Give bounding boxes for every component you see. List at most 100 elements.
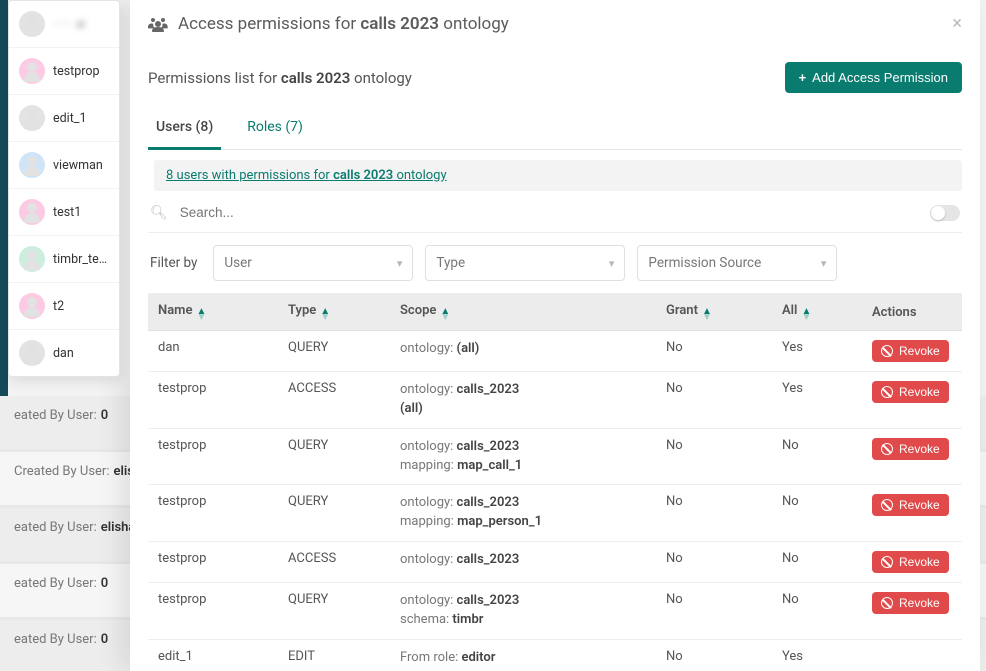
user-option[interactable]: dan: [9, 330, 119, 376]
table-row: testpropQUERYontology: calls_2023mapping…: [148, 485, 962, 542]
tab-roles[interactable]: Roles (7): [239, 109, 311, 150]
ban-icon: [881, 499, 893, 511]
table-row: edit_1EDITFrom role: editorNoYes: [148, 639, 962, 671]
cell-grant: No: [656, 542, 772, 583]
modal-title: Access permissions for calls 2023 ontolo…: [148, 14, 509, 34]
avatar: [19, 152, 45, 178]
avatar: [19, 105, 45, 131]
user-count-banner[interactable]: 8 users with permissions for calls 2023 …: [154, 160, 962, 191]
user-option-label: testprop: [53, 64, 100, 79]
avatar: [19, 11, 45, 37]
user-option-label: timbr_tests: [53, 252, 109, 267]
avatar: [19, 293, 45, 319]
filter-toggle[interactable]: [930, 205, 960, 221]
col-name[interactable]: Name▲▼: [148, 294, 278, 331]
cell-name: testprop: [148, 428, 278, 485]
cell-actions: Revoke: [862, 372, 962, 429]
revoke-button[interactable]: Revoke: [872, 438, 949, 460]
user-option[interactable]: test1: [9, 189, 119, 236]
cell-all: No: [772, 583, 862, 640]
cell-name: dan: [148, 331, 278, 372]
cell-grant: No: [656, 331, 772, 372]
close-icon[interactable]: ×: [952, 15, 962, 33]
revoke-button[interactable]: Revoke: [872, 381, 949, 403]
search-icon: 🔍︎: [150, 205, 168, 221]
user-option[interactable]: t2: [9, 283, 119, 330]
tab-users[interactable]: Users (8): [148, 109, 221, 150]
user-option[interactable]: ······ ai: [9, 1, 119, 48]
cell-scope: ontology: calls_2023schema: timbr: [390, 583, 656, 640]
users-icon: [148, 16, 168, 32]
ban-icon: [881, 345, 893, 357]
cell-grant: No: [656, 372, 772, 429]
permissions-subhead: Permissions list for calls 2023 ontology: [148, 69, 412, 87]
col-all[interactable]: All▲▼: [772, 294, 862, 331]
cell-all: No: [772, 485, 862, 542]
ban-icon: [881, 443, 893, 455]
col-type[interactable]: Type▲▼: [278, 294, 390, 331]
sort-icon: ▲▼: [196, 309, 206, 321]
user-option[interactable]: viewman: [9, 142, 119, 189]
avatar: [19, 58, 45, 84]
tabs: Users (8) Roles (7): [148, 109, 962, 150]
cell-actions: Revoke: [862, 331, 962, 372]
ban-icon: [881, 386, 893, 398]
sort-icon: ▲▼: [702, 309, 712, 321]
filter-source-select[interactable]: Permission Source ▾: [637, 245, 837, 281]
cell-type: EDIT: [278, 639, 390, 671]
cell-all: Yes: [772, 639, 862, 671]
revoke-button[interactable]: Revoke: [872, 592, 949, 614]
permissions-table: Name▲▼ Type▲▼ Scope▲▼ Grant▲▼ All▲▼ Acti…: [148, 294, 962, 671]
filter-user-select[interactable]: User ▾: [213, 245, 413, 281]
sort-icon: ▲▼: [320, 309, 330, 321]
cell-actions: Revoke: [862, 583, 962, 640]
modal-title-ontology: calls 2023: [360, 14, 439, 34]
user-option-label: edit_1: [53, 111, 86, 126]
cell-grant: No: [656, 639, 772, 671]
user-dropdown: ······ ai testprop edit_1viewman test1 timbr…: [8, 0, 120, 377]
search-input[interactable]: [176, 199, 922, 226]
cell-name: edit_1: [148, 639, 278, 671]
col-scope[interactable]: Scope▲▼: [390, 294, 656, 331]
revoke-button[interactable]: Revoke: [872, 494, 949, 516]
user-option[interactable]: timbr_tests: [9, 236, 119, 283]
cell-grant: No: [656, 583, 772, 640]
cell-grant: No: [656, 485, 772, 542]
chevron-down-icon: ▾: [609, 257, 615, 270]
cell-actions: Revoke: [862, 428, 962, 485]
cell-scope: ontology: (all): [390, 331, 656, 372]
table-row: testpropACCESSontology: calls_2023(all)N…: [148, 372, 962, 429]
table-row: testpropACCESSontology: calls_2023NoNoRe…: [148, 542, 962, 583]
table-row: danQUERYontology: (all)NoYesRevoke: [148, 331, 962, 372]
user-option-label: test1: [53, 205, 81, 220]
filter-type-select[interactable]: Type ▾: [425, 245, 625, 281]
cell-scope: ontology: calls_2023(all): [390, 372, 656, 429]
cell-all: Yes: [772, 372, 862, 429]
cell-name: testprop: [148, 542, 278, 583]
user-option[interactable]: edit_1: [9, 95, 119, 142]
user-option-label: viewman: [53, 158, 103, 173]
cell-actions: Revoke: [862, 485, 962, 542]
modal-title-suffix: ontology: [443, 14, 509, 34]
table-row: testpropQUERYontology: calls_2023mapping…: [148, 428, 962, 485]
plus-icon: +: [799, 70, 807, 85]
permissions-modal: Access permissions for calls 2023 ontolo…: [130, 0, 980, 671]
avatar: [19, 246, 45, 272]
avatar: [19, 340, 45, 366]
cell-type: QUERY: [278, 428, 390, 485]
cell-scope: ontology: calls_2023: [390, 542, 656, 583]
chevron-down-icon: ▾: [821, 257, 827, 270]
revoke-button[interactable]: Revoke: [872, 340, 949, 362]
col-grant[interactable]: Grant▲▼: [656, 294, 772, 331]
revoke-button[interactable]: Revoke: [872, 551, 949, 573]
cell-type: QUERY: [278, 485, 390, 542]
user-option[interactable]: testprop: [9, 48, 119, 95]
filter-by-label: Filter by: [150, 255, 197, 271]
user-option-label: dan: [53, 346, 74, 361]
cell-type: ACCESS: [278, 372, 390, 429]
add-permission-button[interactable]: + Add Access Permission: [785, 62, 962, 93]
modal-title-prefix: Access permissions for: [178, 14, 356, 34]
cell-all: No: [772, 428, 862, 485]
cell-scope: ontology: calls_2023mapping: map_person_…: [390, 485, 656, 542]
cell-scope: ontology: calls_2023mapping: map_call_1: [390, 428, 656, 485]
